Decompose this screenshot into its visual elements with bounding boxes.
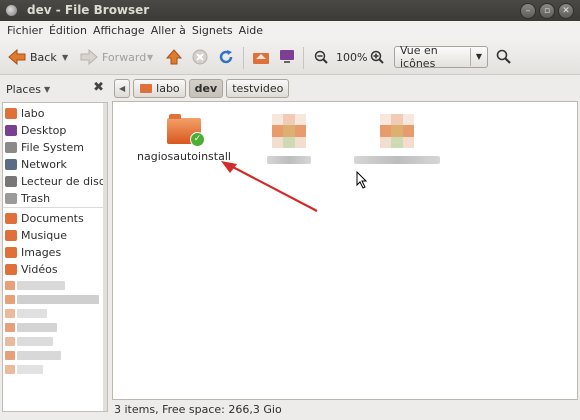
close-sidebar-icon[interactable]: ✖ [93,80,104,95]
path-scroll-left-button[interactable]: ◀ [114,78,131,98]
status-bar: 3 items, Free space: 266,3 Gio [112,401,580,418]
back-button[interactable]: Back [8,39,57,75]
desktop-icon [5,124,17,136]
window-title: dev - File Browser [27,3,150,17]
search-icon [496,49,511,64]
home-folder-icon [140,84,153,93]
blurred-bookmark[interactable] [5,351,61,360]
sidebar-item-images[interactable]: Images [5,244,61,260]
sidebar-item-desktop[interactable]: Desktop [5,122,66,138]
folder-pictures-icon [5,246,17,258]
folder-documents-icon [5,212,17,224]
places-list: labo Desktop File System Network Lecteur… [2,102,108,412]
home-folder-icon [5,107,17,119]
toolbar-separator [303,47,304,69]
chevron-down-icon: ▼ [62,52,69,62]
window-titlebar[interactable]: dev - File Browser – ▫ ✕ [0,0,580,21]
sidebar-item-videos[interactable]: Vidéos [5,261,58,277]
blurred-bookmark[interactable] [5,295,99,304]
zoom-out-icon [314,50,328,64]
sidebar-header: Places ▼ ✖ [6,80,106,98]
toolbar-separator [243,47,244,69]
menu-aller-a[interactable]: Aller à [148,24,189,37]
home-button[interactable] [252,39,270,75]
blurred-bookmark[interactable] [5,337,53,346]
back-history-dropdown[interactable]: ▼ [62,39,68,75]
sidebar-divider [3,207,107,208]
chevron-down-icon: ▼ [470,48,487,66]
menubar: Fichier Édition Affichage Aller à Signet… [0,21,580,39]
view-mode-select[interactable]: Vue en icônes ▼ [394,44,488,70]
blurred-bookmark[interactable] [5,281,65,290]
chevron-down-icon: ▼ [147,52,154,62]
harddisk-icon [5,141,17,153]
file-view[interactable]: ✓ nagiosautoinstall [112,101,578,400]
up-button[interactable] [166,39,182,75]
blurred-bookmark[interactable] [5,365,43,374]
zoom-in-button[interactable] [370,39,384,75]
sidebar-scrollbar[interactable] [103,103,107,411]
blurred-bookmark[interactable] [5,323,57,332]
app-icon [6,5,17,16]
sidebar-item-musique[interactable]: Musique [5,227,67,243]
minimize-button[interactable]: – [520,3,536,19]
back-arrow-icon [8,49,26,65]
chevron-left-icon: ◀ [119,83,126,93]
blurred-bookmark[interactable] [5,309,47,318]
path-segment-dev[interactable]: dev [188,78,224,98]
reload-icon [219,50,233,64]
up-arrow-icon [166,49,182,65]
computer-icon [280,50,294,63]
chevron-down-icon[interactable]: ▼ [44,85,50,94]
close-button[interactable]: ✕ [558,3,574,19]
reload-button[interactable] [218,39,234,75]
sidebar-item-floppy[interactable]: Lecteur de disq… [5,173,107,189]
stop-button[interactable] [192,39,208,75]
folder-videos-icon [5,263,17,275]
zoom-in-icon [370,50,384,64]
forward-arrow-icon [80,49,98,65]
path-segment-labo[interactable]: labo [133,78,186,98]
mouse-pointer-icon [356,171,368,189]
menu-affichage[interactable]: Affichage [90,24,148,37]
path-segment-testvideo[interactable]: testvideo [226,78,290,98]
places-sidebar: Places ▼ ✖ labo Desktop File System Netw… [0,76,110,420]
search-button[interactable] [496,39,512,75]
menu-edition[interactable]: Édition [46,24,90,37]
maximize-button[interactable]: ▫ [539,3,555,19]
forward-history-dropdown[interactable]: ▼ [147,39,153,75]
toolbar: Back ▼ Forward ▼ 100% Vue en icônes ▼ [0,39,580,75]
zoom-out-button[interactable] [314,39,328,75]
status-text: 3 items, Free space: 266,3 Gio [114,403,282,416]
sidebar-item-network[interactable]: Network [5,156,67,172]
home-folder-icon [253,53,269,64]
network-icon [5,158,17,170]
path-bar: ◀ labo dev testvideo [114,78,290,98]
computer-button[interactable] [278,39,296,75]
forward-button[interactable]: Forward [80,39,146,75]
sidebar-item-labo[interactable]: labo [5,105,45,121]
folder-music-icon [5,229,17,241]
zoom-level[interactable]: 100% [336,39,367,75]
sidebar-item-file-system[interactable]: File System [5,139,84,155]
annotation-arrow [221,161,318,212]
trash-icon [5,192,17,204]
places-selector[interactable]: Places [6,83,41,96]
sidebar-item-trash[interactable]: Trash [5,190,50,206]
menu-signets[interactable]: Signets [189,24,236,37]
window-controls: – ▫ ✕ [520,3,574,19]
stop-icon [192,49,208,65]
floppy-icon [5,175,17,187]
sidebar-item-documents[interactable]: Documents [5,210,84,226]
menu-fichier[interactable]: Fichier [4,24,46,37]
menu-aide[interactable]: Aide [236,24,266,37]
